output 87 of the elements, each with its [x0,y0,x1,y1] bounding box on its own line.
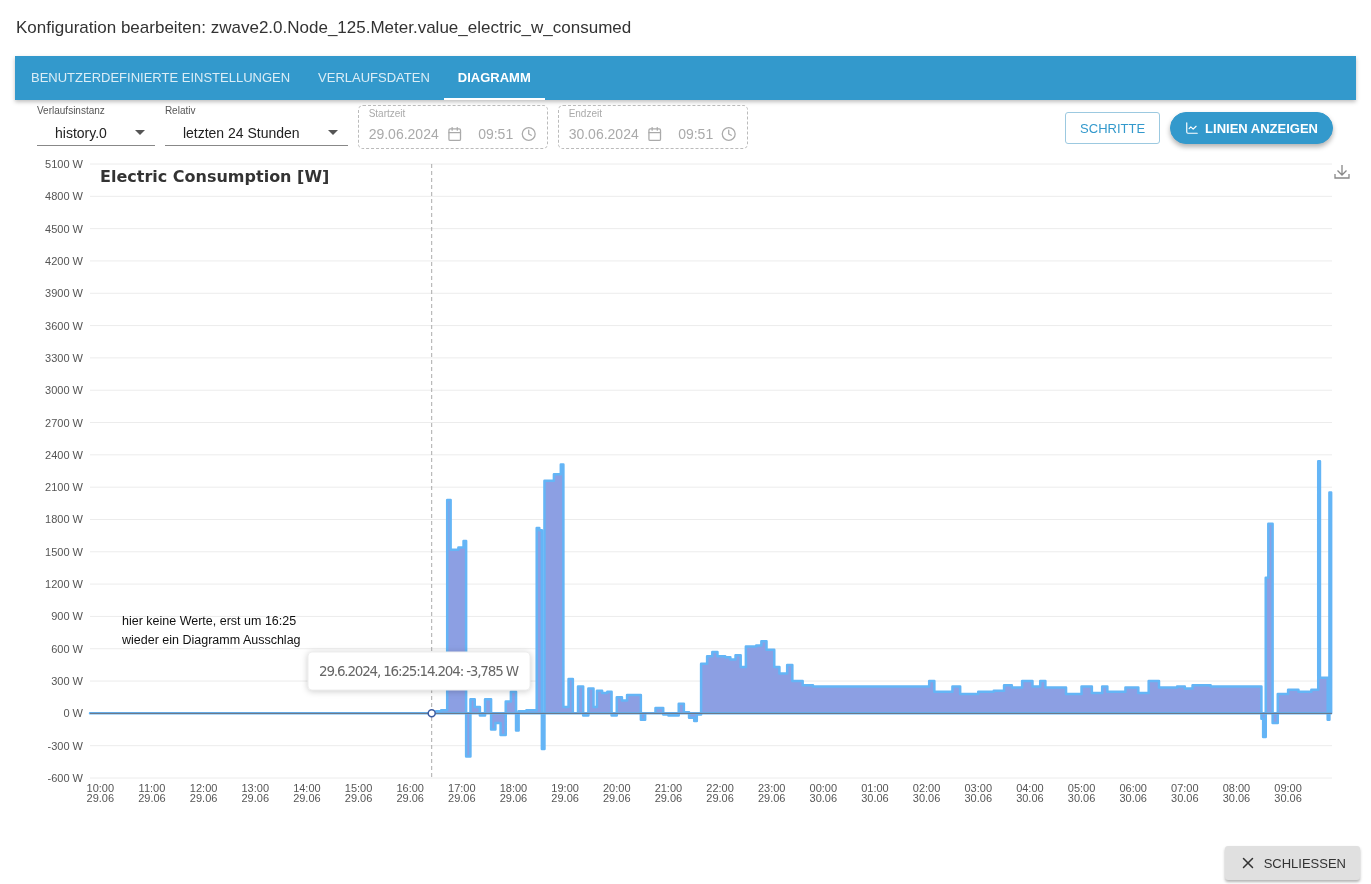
select-field[interactable]: history.0 [37,120,155,146]
y-axis-label: 3000 W [45,384,83,397]
field-label: Verlaufsinstanz [37,105,106,116]
x-axis-label: 19:00 [551,782,579,794]
x-axis-date: 29.06 [706,792,734,804]
y-axis-label: 3300 W [45,351,83,364]
dialog-title: Konfiguration bearbeiten: zwave2.0.Node_125.Meter.value_electric_w_consumed [15,17,633,39]
x-axis-label: 05:00 [1067,782,1096,794]
tab[interactable]: BENUTZERDEFINIERTE EINSTELLUNGEN [17,56,305,100]
x-axis-date: 29.06 [293,792,321,804]
x-axis-label: 18:00 [499,782,528,794]
y-axis-label: 2100 W [45,481,83,494]
field-label: Relativ [164,105,197,116]
y-axis-label: 5100 W [45,158,83,170]
x-axis-date: 30.06 [1171,792,1199,804]
x-axis-date: 29.06 [86,792,115,804]
y-axis-label: 1800 W [45,513,83,526]
x-axis-label: 14:00 [293,782,321,794]
x-axis-label: 01:00 [861,782,889,794]
data-point-marker [427,709,436,718]
y-axis-label: 2400 W [45,448,83,461]
download-icon[interactable] [1334,164,1350,179]
y-axis-label: 300 W [51,675,83,688]
y-axis-label: 1200 W [45,578,83,591]
x-axis-label: 09:00 [1274,782,1302,794]
x-axis-date: 29.06 [551,792,579,804]
x-axis-date: 30.06 [1274,792,1302,804]
x-axis-label: 04:00 [1016,782,1044,794]
x-axis-label: 13:00 [241,782,269,794]
x-axis-date: 29.06 [138,792,166,804]
x-axis-label: 06:00 [1119,782,1147,794]
x-axis-label: 11:00 [138,782,166,794]
caret-icon [327,130,338,135]
chart-title: Electric Consumption [W] [100,167,330,186]
x-axis-date: 30.06 [1222,792,1251,804]
x-axis-label: 10:00 [86,782,115,794]
x-axis-date: 30.06 [1067,792,1096,804]
x-axis-date: 29.06 [757,792,786,804]
x-axis-label: 00:00 [809,782,838,794]
x-axis-date: 29.06 [344,792,373,804]
x-axis-date: 30.06 [809,792,838,804]
y-axis-label: 3600 W [45,319,83,332]
annotation-text: hier keine Werte, erst um 16:25 wieder ein Diagramm Ausschlag [122,614,301,647]
x-axis-date: 30.06 [1119,792,1147,804]
caret-icon [134,130,145,135]
chart-icon [1185,121,1200,135]
x-axis-date: 29.06 [396,792,424,804]
y-axis-label: 600 W [51,642,83,655]
x-axis-date: 30.06 [964,792,992,804]
y-axis-label: 4200 W [45,254,83,267]
x-axis-label: 15:00 [344,782,373,794]
y-axis-label: 2700 W [45,416,83,429]
y-axis-label: 4500 W [45,222,83,235]
x-axis-label: 08:00 [1222,782,1251,794]
x-axis-label: 20:00 [603,782,631,794]
select-field[interactable]: letzten 24 Stunden [164,120,348,146]
y-axis-label: 1500 W [45,545,83,558]
x-axis-label: 21:00 [654,782,683,794]
steps-button[interactable]: SCHRITTE [1065,112,1161,144]
x-axis-date: 29.06 [448,792,476,804]
y-axis-label: 3900 W [45,287,83,300]
x-axis-label: 03:00 [964,782,992,794]
x-axis-label: 23:00 [757,782,786,794]
close-button[interactable]: SCHLIESSEN [1224,846,1360,880]
x-axis-date: 30.06 [912,792,941,804]
x-axis-date: 29.06 [499,792,528,804]
x-axis-date: 29.06 [241,792,269,804]
y-axis-label: -600 W [47,772,83,784]
x-axis-label: 16:00 [396,782,424,794]
x-axis-date: 29.06 [654,792,683,804]
x-axis-label: 17:00 [448,782,476,794]
x-axis-label: 02:00 [912,782,941,794]
tab[interactable]: VERLAUFSDATEN [304,56,444,100]
y-axis-label: 900 W [51,610,83,623]
x-axis-date: 30.06 [861,792,889,804]
y-axis-label: 0 W [63,707,83,720]
show-lines-button[interactable]: LINIEN ANZEIGEN [1170,112,1333,144]
y-axis-label: -300 W [47,739,83,752]
x-axis-date: 29.06 [189,792,218,804]
x-axis-date: 30.06 [1016,792,1044,804]
x-axis-label: 07:00 [1171,782,1199,794]
x-axis-date: 29.06 [603,792,631,804]
tooltip-text: 29.6.2024, 16:25:14.204: -3,785 W [319,663,519,679]
x-axis-label: 12:00 [189,782,218,794]
tab[interactable]: DIAGRAMM [443,56,545,100]
x-axis-label: 22:00 [706,782,734,794]
y-axis-label: 4800 W [45,190,83,203]
